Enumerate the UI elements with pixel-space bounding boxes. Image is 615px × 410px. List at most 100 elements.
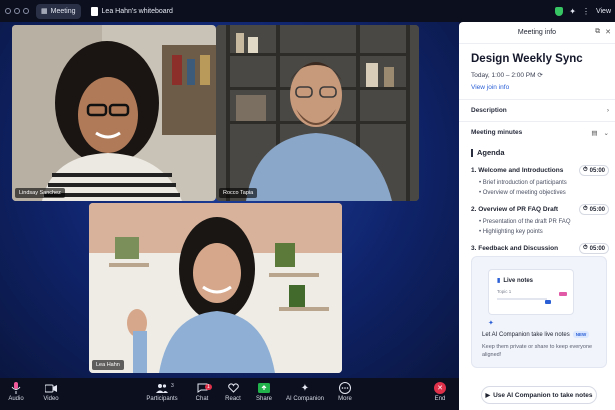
live-notes-heading: ▮ Live notes — [497, 277, 573, 285]
ai-sparkle-icon: ✦ — [300, 382, 310, 394]
live-notes-label: Live notes — [503, 277, 533, 284]
view-join-info-link[interactable]: View join info — [471, 84, 615, 91]
agenda-subitem: • Highlighting key points — [479, 229, 543, 235]
participant-name-tag: Lindsay Sanchez — [15, 188, 65, 198]
share-screen-icon — [258, 382, 270, 394]
ai-promo-headline-text: Let AI Companion take live notes — [482, 331, 570, 338]
meeting-tab-label: Meeting — [50, 7, 76, 15]
agenda-item[interactable]: 2. Overview of PR FAQ Draft ⏱ 05:00 — [471, 204, 609, 215]
ai-companion-label: AI Companion — [285, 396, 325, 402]
recurring-icon: ⟳ — [537, 72, 543, 79]
panel-header-title: Meeting info — [517, 29, 557, 36]
window-maximize-icon[interactable] — [23, 8, 29, 14]
chat-label: Chat — [195, 396, 209, 402]
react-label: React — [225, 396, 241, 402]
agenda-item-title: 3. Feedback and Discussion — [471, 245, 559, 252]
more-dots-icon — [339, 382, 351, 394]
participant-name-tag: Rocco Tapia — [219, 188, 258, 198]
preview-tag-blue — [545, 300, 551, 304]
video-feed — [216, 25, 419, 201]
camera-icon — [45, 382, 57, 394]
agenda-duration: 05:00 — [589, 206, 605, 213]
notes-icon[interactable]: ▤ — [591, 129, 597, 137]
use-ai-companion-button[interactable]: ▶ Use AI Companion to take notes — [481, 386, 597, 404]
microphone-icon — [10, 382, 22, 394]
new-badge: NEW — [572, 331, 590, 338]
timer-icon: ⏱ — [582, 206, 588, 212]
window-minimize-icon[interactable] — [14, 8, 20, 14]
share-button[interactable]: Share — [244, 382, 284, 402]
video-feed — [12, 25, 216, 201]
end-label: End — [434, 396, 446, 402]
use-ai-companion-label: Use AI Companion to take notes — [493, 391, 593, 399]
timer-icon: ⏱ — [582, 245, 588, 251]
video-button[interactable]: Video — [31, 382, 71, 402]
preview-tag-pink — [559, 292, 567, 296]
agenda-timer[interactable]: ⏱ 05:00 — [578, 165, 609, 176]
window-controls[interactable] — [5, 8, 29, 14]
video-tile-lindsay[interactable]: Lindsay Sanchez — [12, 25, 216, 201]
agenda-item-title: 1. Welcome and Introductions — [471, 167, 564, 174]
end-meeting-button[interactable]: ✕ End — [420, 382, 460, 402]
meeting-tab[interactable]: ▦ Meeting — [36, 3, 81, 19]
agenda-item[interactable]: 3. Feedback and Discussion ⏱ 05:00 — [471, 243, 609, 254]
agenda-duration: 05:00 — [589, 245, 605, 252]
live-notes-icon: ▮ — [497, 278, 501, 284]
chevron-right-icon: › — [606, 107, 609, 114]
ai-sparkle-icon: ✦ — [488, 320, 494, 327]
live-notes-preview: ▮ Live notes Topic 1 — [488, 269, 574, 315]
agenda-subitem: • Overview of meeting objectives — [479, 190, 566, 196]
document-icon — [90, 6, 98, 16]
whiteboard-tab[interactable]: Lea Hahn's whiteboard — [87, 4, 177, 19]
more-button[interactable]: More — [325, 382, 365, 402]
video-feed — [89, 203, 342, 373]
close-icon[interactable]: ✕ — [605, 28, 611, 36]
audio-label: Audio — [8, 396, 24, 402]
meeting-time-text: Today, 1:00 – 2:00 PM — [471, 72, 536, 79]
description-row[interactable]: Description › — [459, 99, 615, 121]
description-label: Description — [471, 107, 507, 114]
video-tile-lea[interactable]: Lea Hahn — [89, 203, 342, 373]
share-label: Share — [255, 396, 272, 402]
more-dots-icon[interactable]: ⋮ — [582, 7, 590, 16]
agenda-subitem: • Brief introduction of participants — [479, 180, 567, 186]
panel-header: Meeting info ⧉ ✕ — [459, 22, 615, 44]
meeting-minutes-row[interactable]: Meeting minutes ▤ ⌄ — [459, 121, 615, 143]
participant-name-tag: Lea Hahn — [92, 360, 124, 370]
more-label: More — [338, 396, 352, 402]
sparkle-icon[interactable]: ✦ — [569, 7, 576, 16]
agenda-label: Agenda — [477, 148, 505, 157]
whiteboard-tab-label: Lea Hahn's whiteboard — [101, 7, 173, 15]
window-close-icon[interactable] — [5, 8, 11, 14]
people-icon — [156, 382, 168, 394]
ai-promo-subtext: Keep them private or share to keep every… — [482, 344, 593, 359]
meeting-info-panel: Meeting info ⧉ ✕ Design Weekly Sync Toda… — [459, 22, 615, 410]
pop-out-icon[interactable]: ⧉ — [595, 28, 600, 36]
top-bar: ▦ Meeting Lea Hahn's whiteboard ✦ ⋮ View — [0, 0, 615, 22]
agenda-item-title: 2. Overview of PR FAQ Draft — [471, 206, 559, 213]
heart-icon — [227, 382, 239, 394]
video-stage: Lindsay Sanchez Rocco Tapia Lea Hahn — [0, 22, 459, 378]
meeting-title: Design Weekly Sync — [471, 53, 583, 65]
ai-promo-headline: Let AI Companion take live notes NEW — [482, 331, 590, 338]
agenda-bar — [471, 148, 473, 157]
video-tile-rocco[interactable]: Rocco Tapia — [216, 25, 419, 201]
agenda-timer[interactable]: ⏱ 05:00 — [578, 204, 609, 215]
meeting-toolbar: Audio Video Participants 3 Chat 1 React … — [0, 378, 459, 410]
end-call-icon: ✕ — [434, 382, 446, 394]
ai-companion-button[interactable]: ✦ AI Companion — [285, 382, 325, 403]
grid-icon: ▦ — [41, 8, 48, 15]
view-button[interactable]: View — [596, 8, 611, 15]
chat-unread-badge: 1 — [205, 384, 212, 390]
agenda-timer[interactable]: ⏱ 05:00 — [578, 243, 609, 254]
participants-button[interactable]: Participants 3 — [142, 382, 182, 402]
preview-lines — [497, 298, 547, 300]
security-shield-icon[interactable] — [555, 6, 564, 16]
agenda-item[interactable]: 1. Welcome and Introductions ⏱ 05:00 — [471, 165, 609, 176]
meeting-time: Today, 1:00 – 2:00 PM ⟳ — [471, 71, 615, 79]
video-label: Video — [43, 396, 59, 402]
timer-icon: ⏱ — [582, 167, 588, 173]
chevron-down-icon[interactable]: ⌄ — [604, 129, 609, 137]
agenda-subitem: • Presentation of the draft PR FAQ — [479, 219, 571, 225]
meeting-minutes-label: Meeting minutes — [471, 129, 523, 136]
